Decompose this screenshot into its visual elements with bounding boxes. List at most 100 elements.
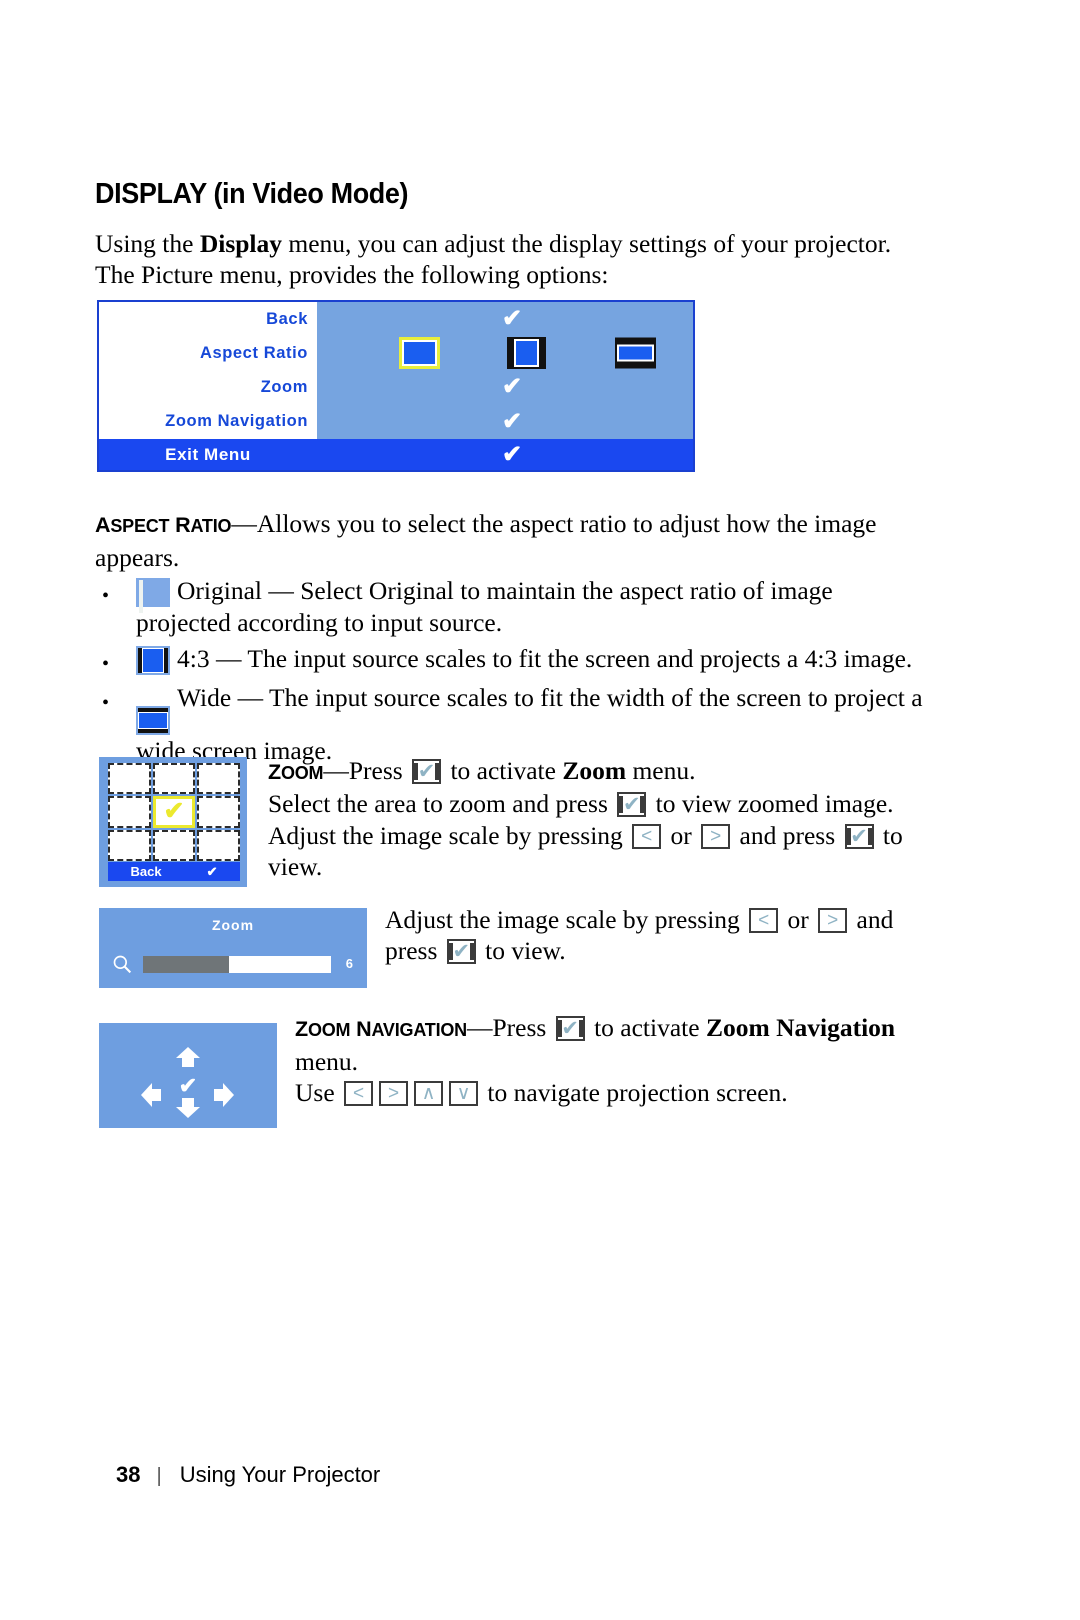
osd-display-menu: Back ✔ Aspect Ratio Zoom ✔ Zoom Navigati… xyxy=(97,300,695,472)
left-arrow-key-icon[interactable]: < xyxy=(632,824,662,849)
left-arrow-key-icon[interactable]: < xyxy=(344,1081,374,1106)
check-icon: ✔ xyxy=(622,792,641,816)
down-arrow-key-icon[interactable]: ∨ xyxy=(449,1081,479,1106)
bullet-dot: • xyxy=(102,585,110,607)
osd-row-back[interactable]: Back ✔ xyxy=(99,302,693,337)
wide-icon xyxy=(136,706,170,735)
zoom-nav-line1-a: Press xyxy=(492,1013,553,1042)
osd-row-aspect-ratio[interactable]: Aspect Ratio xyxy=(99,336,693,371)
zoom-grid-cell[interactable] xyxy=(197,763,240,795)
osd-rows: Back ✔ Aspect Ratio Zoom ✔ Zoom Navigati… xyxy=(99,302,693,439)
right-chevron-icon: > xyxy=(710,825,722,847)
osd-row-zoom-navigation[interactable]: Zoom Navigation ✔ xyxy=(99,404,693,439)
left-chevron-icon: < xyxy=(352,1082,365,1104)
osd-label-back: Back xyxy=(99,302,317,337)
zoom-line3-c: and press xyxy=(733,821,842,850)
zoom-grid-cell[interactable] xyxy=(108,829,151,861)
zoom-grid-cell[interactable] xyxy=(152,829,196,861)
check-icon: ✔ xyxy=(561,1016,580,1040)
zoom-line3-a: Adjust the image scale by pressing xyxy=(268,821,630,850)
right-chevron-icon: > xyxy=(827,909,839,931)
right-arrow-key-icon[interactable]: > xyxy=(379,1081,409,1106)
zoom-nav-line1-bold: Zoom Navigation xyxy=(705,1013,896,1042)
check-icon: ✔ xyxy=(502,440,523,468)
up-chevron-icon: ∧ xyxy=(421,1082,436,1104)
right-arrow-key-icon[interactable]: > xyxy=(818,908,848,933)
down-arrow-icon[interactable] xyxy=(174,1096,202,1120)
left-chevron-icon: < xyxy=(641,825,653,847)
osd-value-zoom: ✔ xyxy=(317,370,693,404)
check-icon: ✔ xyxy=(452,939,471,963)
enter-key-icon[interactable]: ✔ xyxy=(844,824,874,849)
up-arrow-key-icon[interactable]: ∧ xyxy=(414,1081,444,1106)
zoom-grid-cell[interactable] xyxy=(197,796,240,828)
zoom-term: ZOOM xyxy=(268,760,324,784)
zoom-dash: — xyxy=(323,756,349,785)
zoom-line1-a: Press xyxy=(348,756,410,785)
down-chevron-icon: ∨ xyxy=(456,1082,471,1104)
osd-value-back: ✔ xyxy=(317,302,693,336)
enter-key-icon[interactable]: ✔ xyxy=(617,792,647,817)
slider-text-d: to view. xyxy=(478,936,566,965)
intro-paragraph: Using the Display menu, you can adjust t… xyxy=(95,228,925,290)
bullet-label-wide: Wide — The input source scales to fit th… xyxy=(136,683,923,765)
zoom-grid-cell[interactable] xyxy=(152,763,196,795)
zoom-nav-line1-c: menu. xyxy=(295,1047,359,1076)
zoom-nav-line2-b: to navigate projection screen. xyxy=(481,1078,788,1107)
zoom-grid-cell[interactable] xyxy=(108,796,151,828)
bullet-label-original: Original — Select Original to maintain t… xyxy=(136,576,833,637)
up-arrow-icon[interactable] xyxy=(174,1045,202,1069)
magnifier-icon xyxy=(113,955,132,974)
bullet-text-four-three: 4:3 — The input source scales to fit the… xyxy=(102,643,932,675)
zoom-grid-panel: Back ✔ xyxy=(99,757,247,887)
osd-label-zoom-navigation: Zoom Navigation xyxy=(99,404,317,439)
wide-icon[interactable] xyxy=(615,337,656,369)
slider-text-a: Adjust the image scale by pressing xyxy=(385,905,747,934)
zoom-grid-back-bar[interactable]: Back ✔ xyxy=(108,862,240,881)
osd-row-exit-menu[interactable]: Exit Menu ✔ xyxy=(99,439,693,470)
check-icon: ✔ xyxy=(417,759,436,783)
osd-row-zoom[interactable]: Zoom ✔ xyxy=(99,370,693,405)
zoom-line1-bold: Zoom xyxy=(562,756,627,785)
document-page: DISPLAY (in Video Mode) Using the Displa… xyxy=(0,0,1080,1620)
bullet-dot: • xyxy=(102,692,110,714)
four-three-icon[interactable] xyxy=(507,337,546,370)
zoom-grid-cell[interactable] xyxy=(108,763,151,795)
list-item: • 4:3 — The input source scales to fit t… xyxy=(102,643,932,675)
check-icon[interactable]: ✔ xyxy=(179,1075,197,1097)
zoom-slider-track[interactable] xyxy=(143,956,331,973)
zoom-navigation-description-line2: Use < > ∧ ∨ to navigate projection screen. xyxy=(295,1077,935,1108)
aspect-ratio-dash: — xyxy=(231,509,257,538)
zoom-nav-dash: — xyxy=(466,1013,493,1042)
bullet-text-original: Original — Select Original to maintain t… xyxy=(102,575,932,638)
right-arrow-icon[interactable] xyxy=(212,1081,236,1109)
intro-text-1: Using the xyxy=(95,229,200,258)
zoom-line3-b: or xyxy=(664,821,699,850)
list-item: • Original — Select Original to maintain… xyxy=(102,575,932,638)
right-arrow-key-icon[interactable]: > xyxy=(701,824,731,849)
zoom-grid-cell[interactable] xyxy=(197,829,240,861)
original-icon[interactable] xyxy=(399,337,440,370)
left-arrow-icon[interactable] xyxy=(139,1081,163,1109)
zoom-description-line1: ZOOM—Press ✔ to activate Zoom menu. xyxy=(268,755,928,789)
aspect-ratio-term: ASPECT RATIO xyxy=(95,513,232,537)
enter-key-icon[interactable]: ✔ xyxy=(412,759,442,784)
check-icon: ✔ xyxy=(502,373,523,401)
intro-bold-display: Display xyxy=(199,229,283,258)
zoom-line1-b: to activate xyxy=(444,756,563,785)
list-item: • Wide — The input source scales to fit … xyxy=(102,682,932,766)
zoom-line2-b: to view zoomed image. xyxy=(649,789,894,818)
zoom-description-line2: Select the area to zoom and press ✔ to v… xyxy=(268,788,928,819)
left-arrow-key-icon[interactable]: < xyxy=(749,908,779,933)
zoom-navigation-pad: ✔ xyxy=(99,1023,277,1128)
aspect-ratio-icon-group xyxy=(317,336,693,370)
enter-key-icon[interactable]: ✔ xyxy=(446,939,476,964)
osd-label-aspect-ratio: Aspect Ratio xyxy=(99,336,317,371)
zoom-slider-title: Zoom xyxy=(211,917,255,933)
zoom-navigation-term: ZOOM NAVIGATION xyxy=(295,1017,467,1041)
zoom-grid-cell-selected[interactable] xyxy=(152,796,196,828)
osd-value-zoom-navigation: ✔ xyxy=(317,405,693,439)
page-title: DISPLAY (in Video Mode) xyxy=(95,178,409,210)
enter-key-icon[interactable]: ✔ xyxy=(555,1016,585,1041)
zoom-nav-line2-a: Use xyxy=(295,1078,342,1107)
